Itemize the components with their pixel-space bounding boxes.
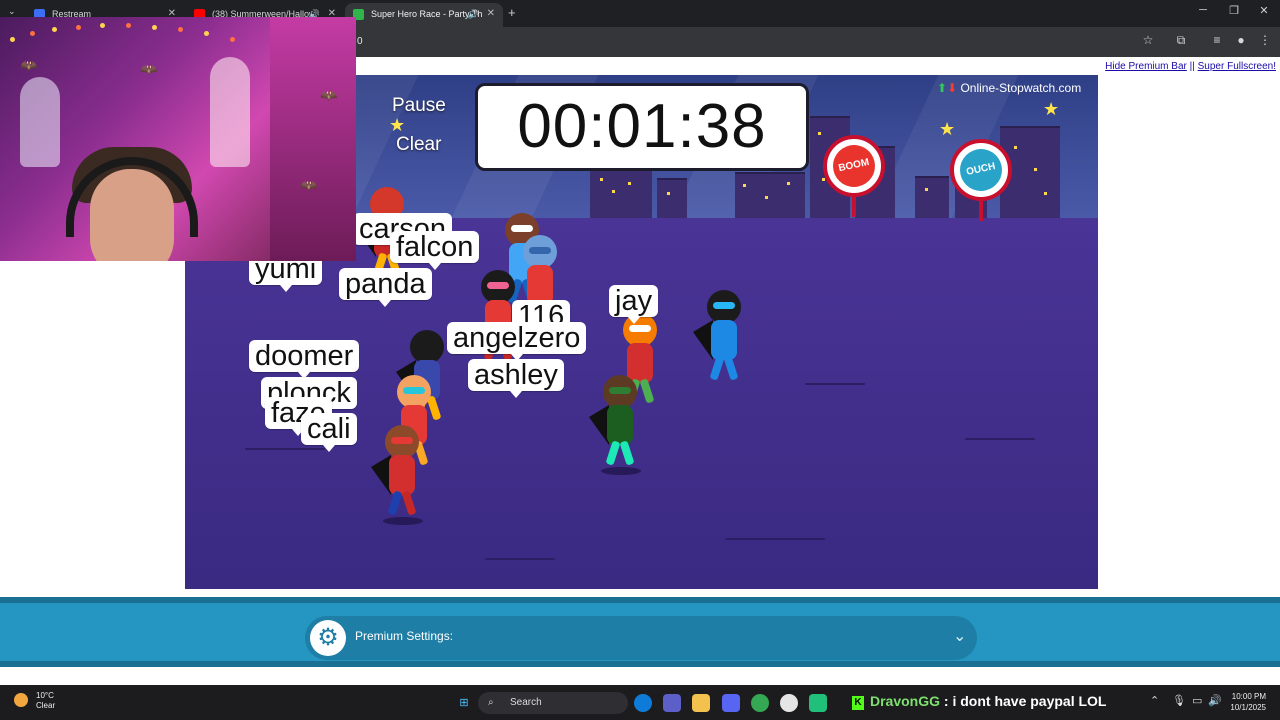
down-arrow-icon: ⬇ xyxy=(947,81,958,95)
weather-condition: Clear xyxy=(36,701,56,710)
string-lights xyxy=(0,17,356,57)
teams-icon[interactable] xyxy=(663,694,681,712)
stopwatch-display: 00:01:38 xyxy=(475,83,809,171)
chat-username: DravonGG xyxy=(870,693,941,709)
premium-links: Hide Premium Bar || Super Fullscreen! xyxy=(1105,61,1276,72)
racer-label: doomer xyxy=(249,340,360,379)
tab-title: Super Hero Race - Party Th xyxy=(371,9,483,19)
obs-icon[interactable] xyxy=(780,694,798,712)
close-window-icon[interactable]: ✕ xyxy=(1249,4,1279,17)
premium-settings-bar: ⚙ Premium Settings: ⌄ xyxy=(0,597,1280,667)
discord-icon[interactable] xyxy=(722,694,740,712)
bat-icon: 🦇 xyxy=(320,87,338,103)
brand-logo: ⬆⬇ Online-Stopwatch.com xyxy=(937,81,1081,95)
weather-icon xyxy=(14,693,28,707)
bat-icon: 🦇 xyxy=(20,57,38,73)
minimize-icon[interactable]: ─ xyxy=(1188,4,1218,16)
chevron-down-icon[interactable]: ⌄ xyxy=(953,626,966,646)
bat-icon: 🦇 xyxy=(140,61,158,77)
clock-date: 10/1/2025 xyxy=(1230,703,1266,712)
webcam-overlay: 🦇 🦇 🦇 🦇 xyxy=(0,17,356,261)
weather-temp: 10°C xyxy=(36,691,54,700)
chat-overlay-message: K DravonGG : i dont have paypal LOL xyxy=(852,693,1106,710)
racer-label: ashley xyxy=(468,359,564,398)
search-icon: ⌕ xyxy=(488,697,494,708)
windows-start-icon[interactable]: ⊞ xyxy=(455,694,473,712)
up-arrow-icon: ⬆ xyxy=(937,81,948,95)
clear-button[interactable]: Clear xyxy=(396,134,441,156)
racer-label: falcon xyxy=(390,231,480,270)
chat-message: : i dont have paypal LOL xyxy=(940,693,1107,709)
url-field[interactable]: 0 xyxy=(355,31,1167,53)
system-clock[interactable]: 10:00 PM 10/1/2025 xyxy=(1230,691,1266,713)
gear-icon[interactable]: ⚙ xyxy=(310,620,346,656)
chrome-icon[interactable] xyxy=(751,694,769,712)
file-explorer-icon[interactable] xyxy=(692,694,710,712)
close-tab-icon[interactable]: ✕ xyxy=(487,3,495,25)
media-controls-icon[interactable]: ≡ xyxy=(1208,33,1226,47)
ouch-badge-label: OUCH xyxy=(956,145,1006,195)
hide-premium-bar-link[interactable]: Hide Premium Bar xyxy=(1105,61,1187,72)
link-separator: || xyxy=(1186,61,1198,72)
brand-name: Online-Stopwatch.com xyxy=(960,81,1082,95)
microphone-icon[interactable]: 🎙 xyxy=(1172,694,1186,707)
racer-label: cali xyxy=(301,413,357,452)
super-fullscreen-link[interactable]: Super Fullscreen! xyxy=(1198,61,1276,72)
premium-settings-label: Premium Settings: xyxy=(355,629,454,643)
edge-icon[interactable] xyxy=(634,694,652,712)
browser-menu-icon[interactable]: ⋮ xyxy=(1256,33,1274,47)
racer-label: jay xyxy=(609,285,659,324)
star-icon: ★ xyxy=(1043,99,1060,119)
taskbar-search[interactable]: ⌕ Search xyxy=(478,692,628,714)
extensions-icon[interactable]: ⧉ xyxy=(1172,33,1190,48)
new-tab-button[interactable]: + xyxy=(508,5,516,20)
profile-avatar-icon[interactable]: ● xyxy=(1232,33,1250,47)
streamer xyxy=(62,147,202,261)
app-icon[interactable] xyxy=(809,694,827,712)
ouch-sound-button[interactable]: OUCH xyxy=(950,139,1012,201)
bookmark-star-icon[interactable]: ☆ xyxy=(1139,33,1157,47)
racer-label: angelzero xyxy=(447,322,587,361)
boom-badge-label: BOOM xyxy=(829,141,879,191)
premium-bar-bottom-border xyxy=(0,661,1280,667)
speaker-icon[interactable]: 🔊 xyxy=(468,3,479,25)
bat-icon: 🦇 xyxy=(300,177,318,193)
search-label: Search xyxy=(510,697,542,708)
restore-icon[interactable]: ❐ xyxy=(1219,4,1249,17)
tab-search-chevron-icon[interactable]: ⌄ xyxy=(8,6,16,17)
boom-sound-button[interactable]: BOOM xyxy=(823,135,885,197)
ghost-decoration xyxy=(20,77,60,167)
kick-logo-icon: K xyxy=(852,696,864,710)
volume-icon[interactable]: 🔊 xyxy=(1208,694,1222,707)
clock-time: 10:00 PM xyxy=(1231,692,1266,701)
star-icon: ★ xyxy=(939,119,956,139)
ghost-decoration xyxy=(210,57,250,167)
pause-button[interactable]: Pause xyxy=(392,95,446,117)
racer-label: panda xyxy=(339,268,432,307)
tab-super-hero-race[interactable]: Super Hero Race - Party Th 🔊 ✕ xyxy=(345,3,503,27)
display-icon[interactable]: ▭ xyxy=(1192,694,1202,707)
tray-chevron-icon[interactable]: ⌃ xyxy=(1150,694,1159,707)
star-icon: ★ xyxy=(389,115,406,135)
